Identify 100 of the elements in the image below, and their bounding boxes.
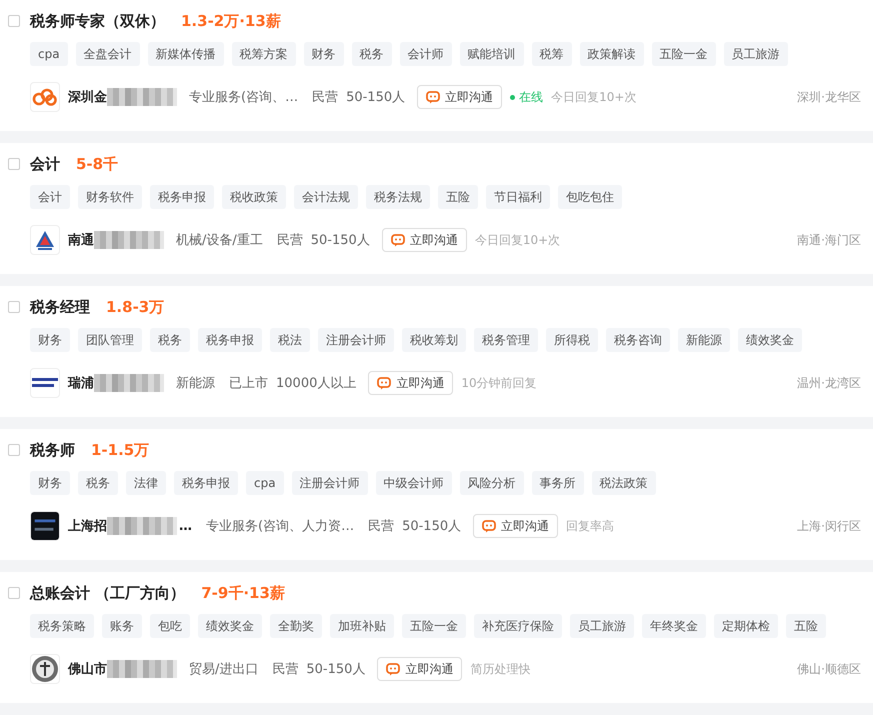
company-type: 民营 [368,518,394,535]
job-card[interactable]: 总账会计 （工厂方向） 7-9千·13薪 税务策略 账务 包吃 绩效奖金 全勤奖 加班补贴 五险一金 补充医疗保险 员工旅游 年终奖金 定期体检 五险 佛山市 贸易/进出口 民营 50-150人 立即沟通 简历处理快 佛山·顺德区 [0,572,873,703]
company-name[interactable]: 南通 [68,231,94,249]
tag: 赋能培训 [460,42,524,66]
chat-button[interactable]: 立即沟通 [417,85,502,109]
tag: 税筹方案 [232,42,296,66]
tag: 税务 [352,42,392,66]
company-name[interactable]: 佛山市 [68,660,107,678]
company-logo [30,82,60,112]
tag: 税务申报 [150,185,214,209]
tag: 税收政策 [222,185,286,209]
checkbox[interactable] [8,301,20,313]
company-name[interactable]: 上海招 [68,517,107,535]
tag: 节日福利 [486,185,550,209]
salary: 1-1.5万 [91,440,150,460]
tag: 税法政策 [592,471,656,495]
job-title[interactable]: 税务师 [30,440,75,460]
job-card[interactable]: 税务师 1-1.5万 财务 税务 法律 税务申报 cpa 注册会计师 中级会计师 风险分析 事务所 税法政策 上海招 … 专业服务(咨询、人力资… 民营 50-150人 立即沟通 回复率高 上海·闵行区 [0,429,873,560]
company-logo [30,225,60,255]
job-title[interactable]: 总账会计 （工厂方向） [30,584,186,602]
job-title[interactable]: 税务师专家（双休） [30,12,165,30]
industry: 专业服务(咨询、… [189,89,298,106]
chat-icon [386,662,400,676]
company-size: 10000人以上 [276,375,356,392]
reply-rate: 10分钟前回复 [461,374,537,392]
tag: 五险 [786,614,826,638]
chat-icon [377,376,392,390]
tag: 包吃 [150,614,190,638]
industry: 专业服务(咨询、人力资… [206,518,354,535]
job-card[interactable]: 税务师专家（双休） 1.3-2万·13薪 cpa 全盘会计 新媒体传播 税筹方案 财务 税务 会计师 赋能培训 税筹 政策解读 五险一金 员工旅游 深圳金 专业服务(咨询、… 民营 50-150人 立即沟通 在线 今日回复10+次 深圳·龙华区 [0,0,873,131]
tag: 全勤奖 [270,614,322,638]
industry: 贸易/进出口 [189,661,258,678]
salary: 7-9千·13薪 [201,584,285,602]
tag: 员工旅游 [570,614,634,638]
tag: 中级会计师 [376,471,452,495]
tag: 全盘会计 [76,42,140,66]
job-title[interactable]: 会计 [30,154,60,174]
chat-icon [390,234,405,246]
company-size: 50-150人 [402,518,462,535]
tag: 新媒体传播 [148,42,224,66]
tag: 财务 [30,328,70,352]
company-logo [30,368,60,398]
tag: 税务 [78,471,118,495]
tag: 年终奖金 [642,614,706,638]
industry: 机械/设备/重工 [176,232,263,249]
tag: 税务申报 [198,328,262,352]
tag: 税法 [270,328,310,352]
blurred-text [94,231,164,249]
tag: 所得税 [546,328,598,352]
tag: 税务申报 [174,471,238,495]
tag: 税务管理 [474,328,538,352]
blurred-text [107,88,177,106]
location: 上海·闵行区 [797,518,861,534]
location: 深圳·龙华区 [797,88,861,106]
tag: 财务软件 [78,185,142,209]
tag: 风险分析 [460,471,524,495]
tag: 政策解读 [580,42,644,66]
tag: 注册会计师 [318,328,394,352]
chat-button[interactable]: 立即沟通 [368,371,454,395]
company-size: 50-150人 [310,232,370,249]
checkbox[interactable] [8,587,20,599]
job-card[interactable]: 税务经理 1.8-3万 财务 团队管理 税务 税务申报 税法 注册会计师 税收筹划 税务管理 所得税 税务咨询 新能源 绩效奖金 瑞浦 新能源 已上市 10000人以上 立即沟通 10分钟前回复 温州·龙湾区 [0,286,873,417]
tag: 财务 [304,42,344,66]
chat-icon [482,520,496,532]
tag: 定期体检 [714,614,778,638]
tag: 团队管理 [78,328,142,352]
job-card[interactable]: 会计 5-8千 会计 财务软件 税务申报 税收政策 会计法规 税务法规 五险 节日福利 包吃包住 南通 机械/设备/重工 民营 50-150人 立即沟通 今日回复10+次 南通·海门区 [0,143,873,274]
checkbox[interactable] [8,15,20,27]
tag: 绩效奖金 [738,328,802,352]
tag: 五险一金 [402,614,466,638]
chat-icon [426,90,440,104]
tag: 账务 [102,614,142,638]
salary: 1.3-2万·13薪 [181,12,281,30]
chat-button[interactable]: 立即沟通 [377,657,462,681]
blurred-text [107,517,177,535]
tag: cpa [30,42,68,66]
chat-button[interactable]: 立即沟通 [473,514,558,538]
tag: 税务 [150,328,190,352]
company-logo [30,511,60,541]
checkbox[interactable] [8,444,20,456]
checkbox[interactable] [8,158,20,170]
company-name[interactable]: 瑞浦 [68,374,94,392]
location: 佛山·顺德区 [797,660,861,678]
job-title[interactable]: 税务经理 [30,298,90,316]
blurred-text [94,374,164,392]
company-size: 50-150人 [306,661,366,678]
tag: 新能源 [678,328,730,352]
reply-rate: 回复率高 [566,518,614,534]
tag: 会计 [30,185,70,209]
tag: 会计师 [400,42,452,66]
location: 南通·海门区 [797,232,861,248]
chat-button[interactable]: 立即沟通 [382,228,467,252]
tag: 注册会计师 [292,471,368,495]
industry: 新能源 [176,375,215,392]
location: 温州·龙湾区 [797,374,861,392]
salary: 1.8-3万 [106,298,164,316]
reply-rate: 今日回复10+次 [474,232,560,248]
company-name[interactable]: 深圳金 [68,88,107,106]
tag: 财务 [30,471,70,495]
company-logo [30,654,60,684]
